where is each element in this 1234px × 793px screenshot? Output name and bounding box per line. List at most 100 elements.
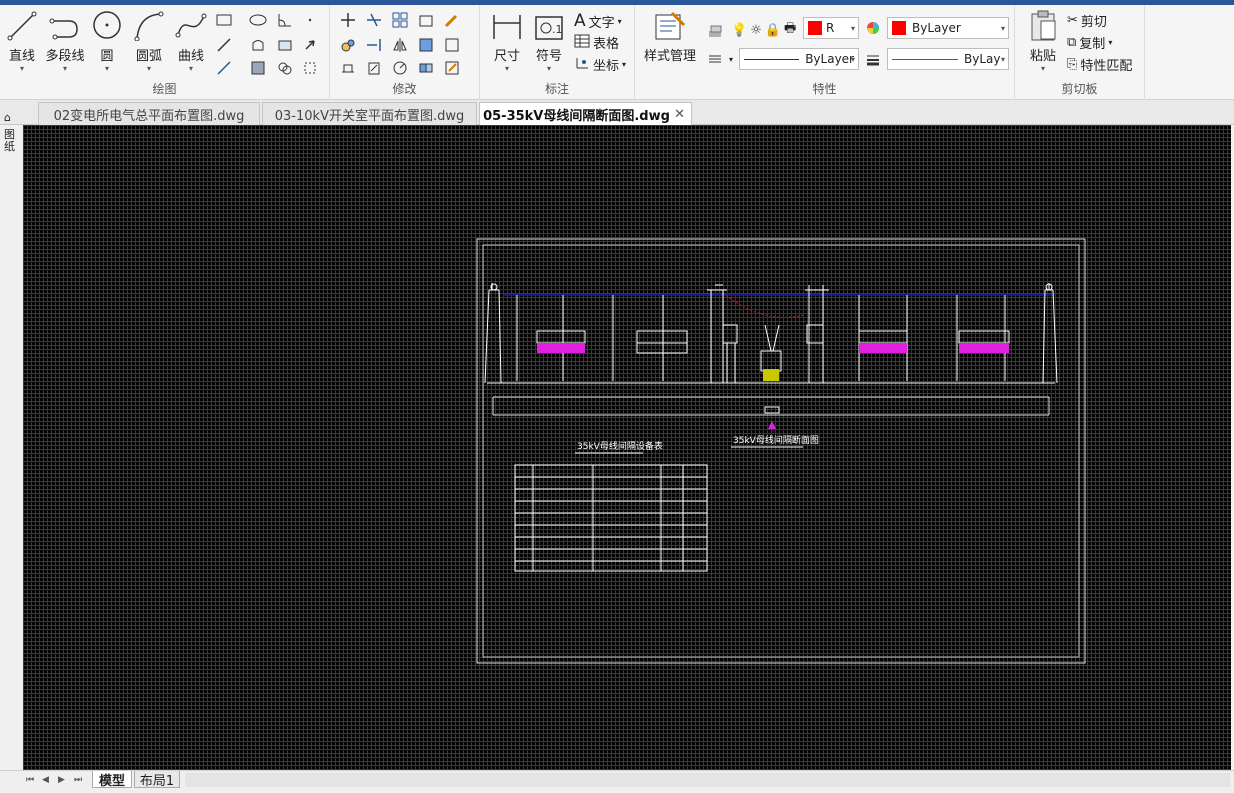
linetype-select[interactable]: ByLayer ▾: [739, 48, 859, 70]
rotate-icon[interactable]: [390, 58, 410, 78]
symbol-button[interactable]: .1 符号 ▾: [530, 7, 568, 74]
bay-label-2: [636, 330, 688, 354]
chevron-down-icon[interactable]: ▾: [130, 64, 168, 74]
layer-color-select[interactable]: R ▾: [803, 17, 859, 39]
chevron-down-icon[interactable]: ▾: [1023, 64, 1063, 74]
drawing-panel-icon[interactable]: ⌂: [4, 111, 11, 124]
ribbon-group-draw: 直线 ▾ 多段线 ▾ 圆 ▾ 圆弧 ▾ 曲线 ▾ 绘图: [0, 5, 330, 100]
layout-tab[interactable]: 布局1: [134, 771, 180, 789]
join-icon[interactable]: [416, 58, 436, 78]
model-tab[interactable]: 模型: [92, 771, 132, 789]
table-button[interactable]: 表格: [574, 33, 619, 52]
color-wheel-icon[interactable]: [863, 18, 883, 38]
coordinate-icon: [574, 56, 590, 74]
color-swatch: [892, 21, 906, 35]
scale-icon[interactable]: [364, 58, 384, 78]
chevron-down-icon[interactable]: ▾: [90, 64, 124, 74]
prev-tab-icon[interactable]: ◀: [42, 775, 49, 785]
next-tab-icon[interactable]: ▶: [58, 775, 65, 785]
color-select[interactable]: ByLayer ▾: [887, 17, 1009, 39]
region-tool-icon[interactable]: [248, 35, 268, 55]
structure-right: [1042, 283, 1058, 384]
bay-label-3: [858, 330, 908, 353]
polyline-button[interactable]: 多段线 ▾: [44, 7, 86, 74]
chevron-down-icon[interactable]: ▾: [530, 64, 568, 74]
drawing-canvas[interactable]: 35kV母线间隔断面图 35kV母线间隔设备表: [23, 125, 1231, 770]
doc-tab[interactable]: 02变电所电气总平面布置图.dwg: [38, 102, 260, 125]
dropdown-arrow-icon[interactable]: ▾: [721, 49, 741, 69]
close-icon[interactable]: ✕: [674, 107, 685, 122]
horizontal-scrollbar[interactable]: [185, 773, 1230, 787]
lock-icon[interactable]: 🔒: [765, 23, 781, 38]
fillet-icon[interactable]: [416, 35, 436, 55]
edit-icon[interactable]: [442, 58, 462, 78]
circle-button[interactable]: 圆 ▾: [90, 7, 124, 74]
lineweight-select[interactable]: ByLay ▾: [887, 48, 1009, 70]
last-tab-icon[interactable]: ⏭: [74, 775, 82, 785]
bay-label-4: [958, 330, 1010, 353]
line-button[interactable]: 直线 ▾: [2, 7, 42, 74]
side-panel-label[interactable]: 图纸: [4, 129, 18, 153]
brush-icon[interactable]: [442, 10, 462, 30]
sun-icon[interactable]: ☼: [750, 23, 762, 38]
explode-icon[interactable]: [442, 35, 462, 55]
equipment-table: [514, 464, 708, 572]
match-properties-button[interactable]: ⎘ 特性匹配: [1067, 55, 1132, 74]
linetype-preview: [744, 58, 800, 60]
trim-icon[interactable]: [364, 10, 384, 30]
copy-object-icon[interactable]: [338, 35, 358, 55]
revision-cloud-icon[interactable]: [275, 58, 295, 78]
array-icon[interactable]: [390, 10, 410, 30]
polyline-icon: [49, 18, 78, 40]
layer-props-icon[interactable]: [705, 21, 725, 41]
move-icon[interactable]: [338, 10, 358, 30]
side-panel-strip[interactable]: ⌂ 图纸: [0, 111, 23, 770]
stretch-icon[interactable]: [338, 58, 358, 78]
printer-icon[interactable]: 🖶: [784, 19, 796, 41]
wipeout-tool-icon[interactable]: [275, 35, 295, 55]
cut-button[interactable]: ✂ 剪切: [1067, 11, 1107, 30]
match-properties-icon: ⎘: [1067, 57, 1078, 72]
ellipse-tool-icon[interactable]: [248, 10, 268, 30]
chevron-down-icon[interactable]: ▾: [2, 64, 42, 74]
ribbon-group-modify: 修改: [330, 5, 480, 100]
arc-button[interactable]: 圆弧 ▾: [130, 7, 168, 74]
coordinate-button[interactable]: 坐标 ▾: [574, 55, 626, 74]
first-tab-icon[interactable]: ⏮: [26, 775, 34, 785]
copy-button[interactable]: ⧉ 复制 ▾: [1067, 33, 1112, 52]
drawing-frame-inner: [482, 244, 1080, 658]
chevron-down-icon[interactable]: ▾: [488, 64, 526, 74]
point-tool-icon[interactable]: [300, 10, 320, 30]
curve-button[interactable]: 曲线 ▾: [172, 7, 210, 74]
extend-icon[interactable]: [364, 35, 384, 55]
clipboard-icon: [1031, 10, 1056, 41]
text-a-icon: A: [574, 11, 586, 31]
lightbulb-icon[interactable]: 💡: [731, 23, 747, 38]
section-title: 35kV母线间隔断面图: [733, 434, 819, 446]
svg-text:.1: .1: [552, 23, 563, 36]
construction-line-icon[interactable]: [214, 35, 234, 55]
angle-tool-icon[interactable]: [275, 10, 295, 30]
dimension-button[interactable]: 尺寸 ▾: [488, 7, 526, 74]
ray-tool-icon[interactable]: [214, 58, 234, 78]
doc-tab[interactable]: 03-10kV开关室平面布置图.dwg: [262, 102, 477, 125]
circle-icon: [93, 11, 121, 39]
layer-state-icons[interactable]: 💡 ☼ 🔒 🖶: [731, 19, 796, 41]
style-manager-button[interactable]: 样式管理: [641, 7, 699, 64]
ribbon-group-clipboard: 粘贴 ▾ ✂ 剪切 ⧉ 复制 ▾ ⎘ 特性匹配 剪切板: [1015, 5, 1145, 100]
line-icon: [7, 11, 37, 41]
doc-tab-active[interactable]: 05-35kV母线间隔断面图.dwg ✕: [479, 102, 692, 126]
offset-icon[interactable]: [416, 10, 436, 30]
lineweight-icon[interactable]: [863, 49, 883, 69]
boundary-tool-icon[interactable]: [300, 58, 320, 78]
paste-button[interactable]: 粘贴 ▾: [1023, 7, 1063, 74]
text-button[interactable]: A 文字 ▾: [574, 11, 622, 31]
chevron-down-icon[interactable]: ▾: [44, 64, 86, 74]
rectangle-tool-icon[interactable]: [214, 10, 234, 30]
pointer-arrow-icon[interactable]: [300, 35, 320, 55]
chevron-down-icon[interactable]: ▾: [172, 64, 210, 74]
drawing-frame-outer: [476, 238, 1086, 664]
bus-line-dotted: [722, 292, 804, 318]
hatch-tool-icon[interactable]: [248, 58, 268, 78]
mirror-icon[interactable]: [390, 35, 410, 55]
